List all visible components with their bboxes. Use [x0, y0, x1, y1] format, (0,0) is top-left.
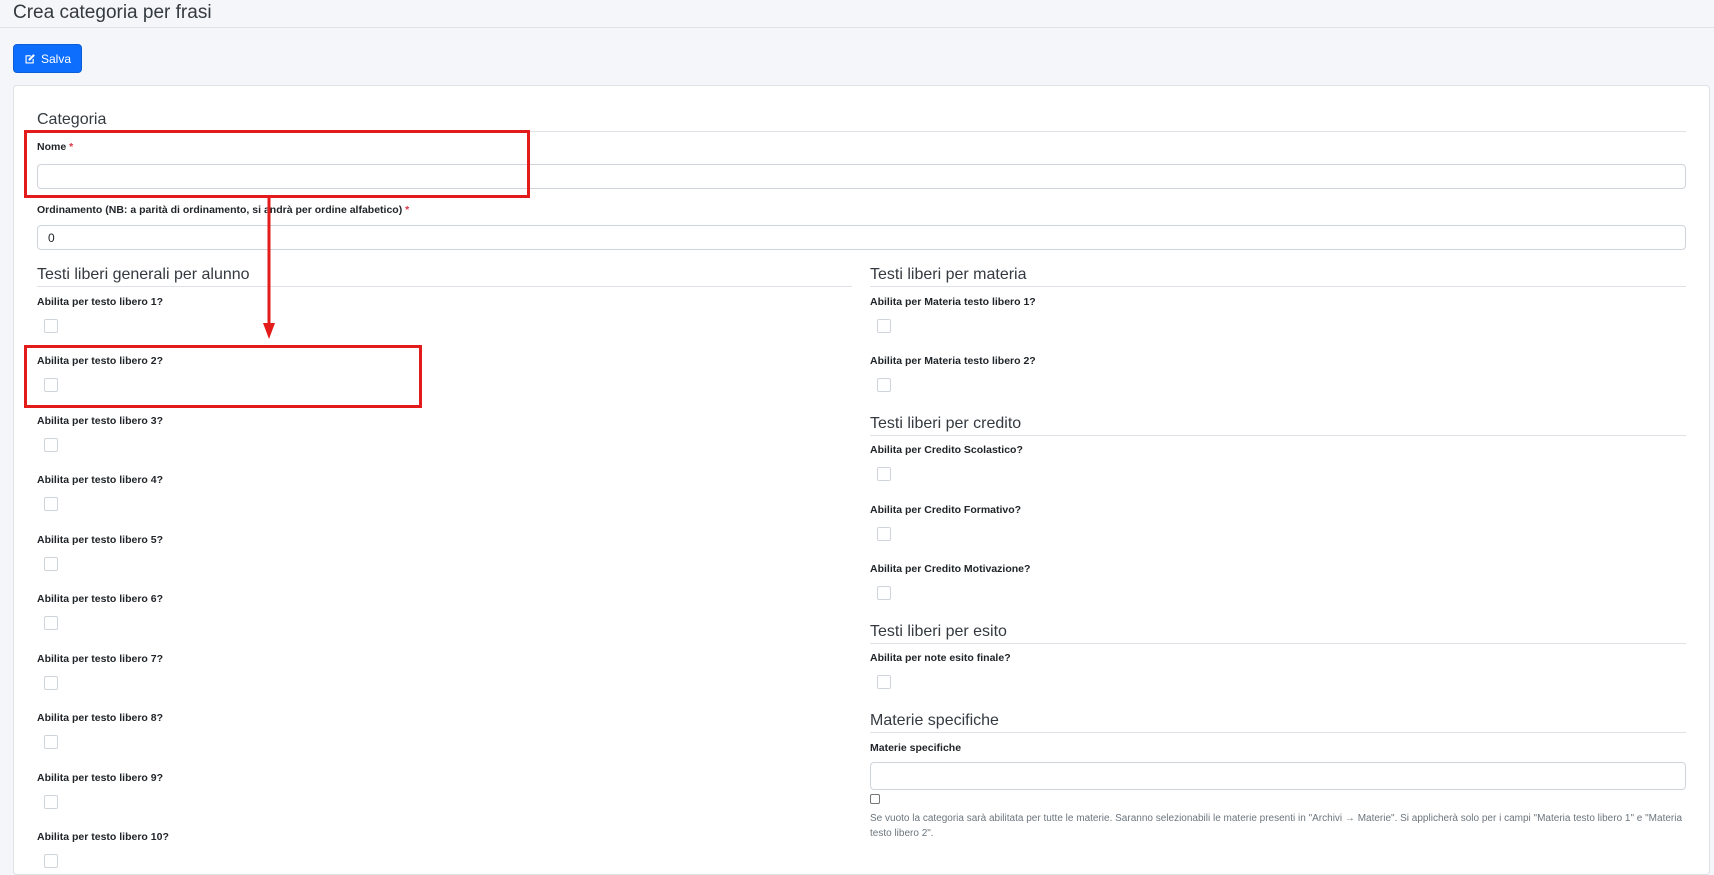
all-subjects-checkbox[interactable]: [870, 794, 880, 804]
general-text-5-checkbox[interactable]: [44, 557, 58, 571]
outcome-text-1-label: Abilita per note esito finale?: [870, 652, 1011, 664]
required-mark: *: [405, 204, 410, 216]
outcome-text-1-checkbox[interactable]: [877, 675, 891, 689]
general-text-1-checkbox[interactable]: [44, 319, 58, 333]
credit-text-3-checkbox[interactable]: [877, 586, 891, 600]
section-title-subject-texts: Testi liberi per materia: [870, 265, 1686, 287]
order-label: Ordinamento (NB: a parità di ordinamento…: [37, 204, 410, 216]
general-text-9-label: Abilita per testo libero 9?: [37, 772, 164, 784]
subject-text-1-label: Abilita per Materia testo libero 1?: [870, 296, 1036, 308]
general-text-2-checkbox[interactable]: [44, 378, 58, 392]
section-title-specific-subjects: Materie specifiche: [870, 711, 1686, 733]
edit-icon: [25, 53, 35, 63]
general-text-3-checkbox[interactable]: [44, 438, 58, 452]
section-title-credit-texts: Testi liberi per credito: [870, 414, 1686, 436]
name-label: Nome *: [37, 141, 74, 153]
subject-text-2-checkbox[interactable]: [877, 378, 891, 392]
specific-subjects-help: Se vuoto la categoria sarà abilitata per…: [870, 813, 1683, 839]
subject-text-1-checkbox[interactable]: [877, 319, 891, 333]
order-input[interactable]: [37, 225, 1686, 250]
save-button[interactable]: Salva: [13, 44, 83, 73]
general-text-9-checkbox[interactable]: [44, 795, 58, 809]
section-title-outcome-texts: Testi liberi per esito: [870, 622, 1686, 644]
general-text-3-label: Abilita per testo libero 3?: [37, 415, 164, 427]
general-text-8-checkbox[interactable]: [44, 735, 58, 749]
section-title-categoria: Categoria: [37, 110, 1686, 132]
general-text-6-checkbox[interactable]: [44, 616, 58, 630]
subject-text-2-label: Abilita per Materia testo libero 2?: [870, 355, 1036, 367]
credit-text-2-checkbox[interactable]: [877, 527, 891, 541]
credit-text-2-label: Abilita per Credito Formativo?: [870, 504, 1022, 516]
credit-text-1-checkbox[interactable]: [877, 467, 891, 481]
general-text-10-checkbox[interactable]: [44, 854, 58, 868]
general-text-1-label: Abilita per testo libero 1?: [37, 296, 164, 308]
general-text-2-label: Abilita per testo libero 2?: [37, 355, 164, 367]
credit-text-3-label: Abilita per Credito Motivazione?: [870, 563, 1031, 575]
credit-text-1-label: Abilita per Credito Scolastico?: [870, 444, 1023, 456]
required-mark: *: [69, 141, 74, 153]
general-text-4-label: Abilita per testo libero 4?: [37, 474, 164, 486]
specific-subjects-label: Materie specifiche: [870, 742, 962, 754]
specific-subjects-input[interactable]: [870, 762, 1686, 790]
general-text-8-label: Abilita per testo libero 8?: [37, 712, 164, 724]
page-header: Crea categoria per frasi: [0, 0, 1714, 28]
save-button-label: Salva: [41, 51, 72, 66]
general-text-7-checkbox[interactable]: [44, 676, 58, 690]
general-text-5-label: Abilita per testo libero 5?: [37, 534, 164, 546]
general-text-10-label: Abilita per testo libero 10?: [37, 831, 169, 843]
page-title: Crea categoria per frasi: [13, 2, 212, 23]
general-text-7-label: Abilita per testo libero 7?: [37, 653, 164, 665]
name-input[interactable]: [37, 164, 1686, 189]
general-text-6-label: Abilita per testo libero 6?: [37, 593, 164, 605]
section-title-general-texts: Testi liberi generali per alunno: [37, 265, 852, 287]
general-text-4-checkbox[interactable]: [44, 497, 58, 511]
